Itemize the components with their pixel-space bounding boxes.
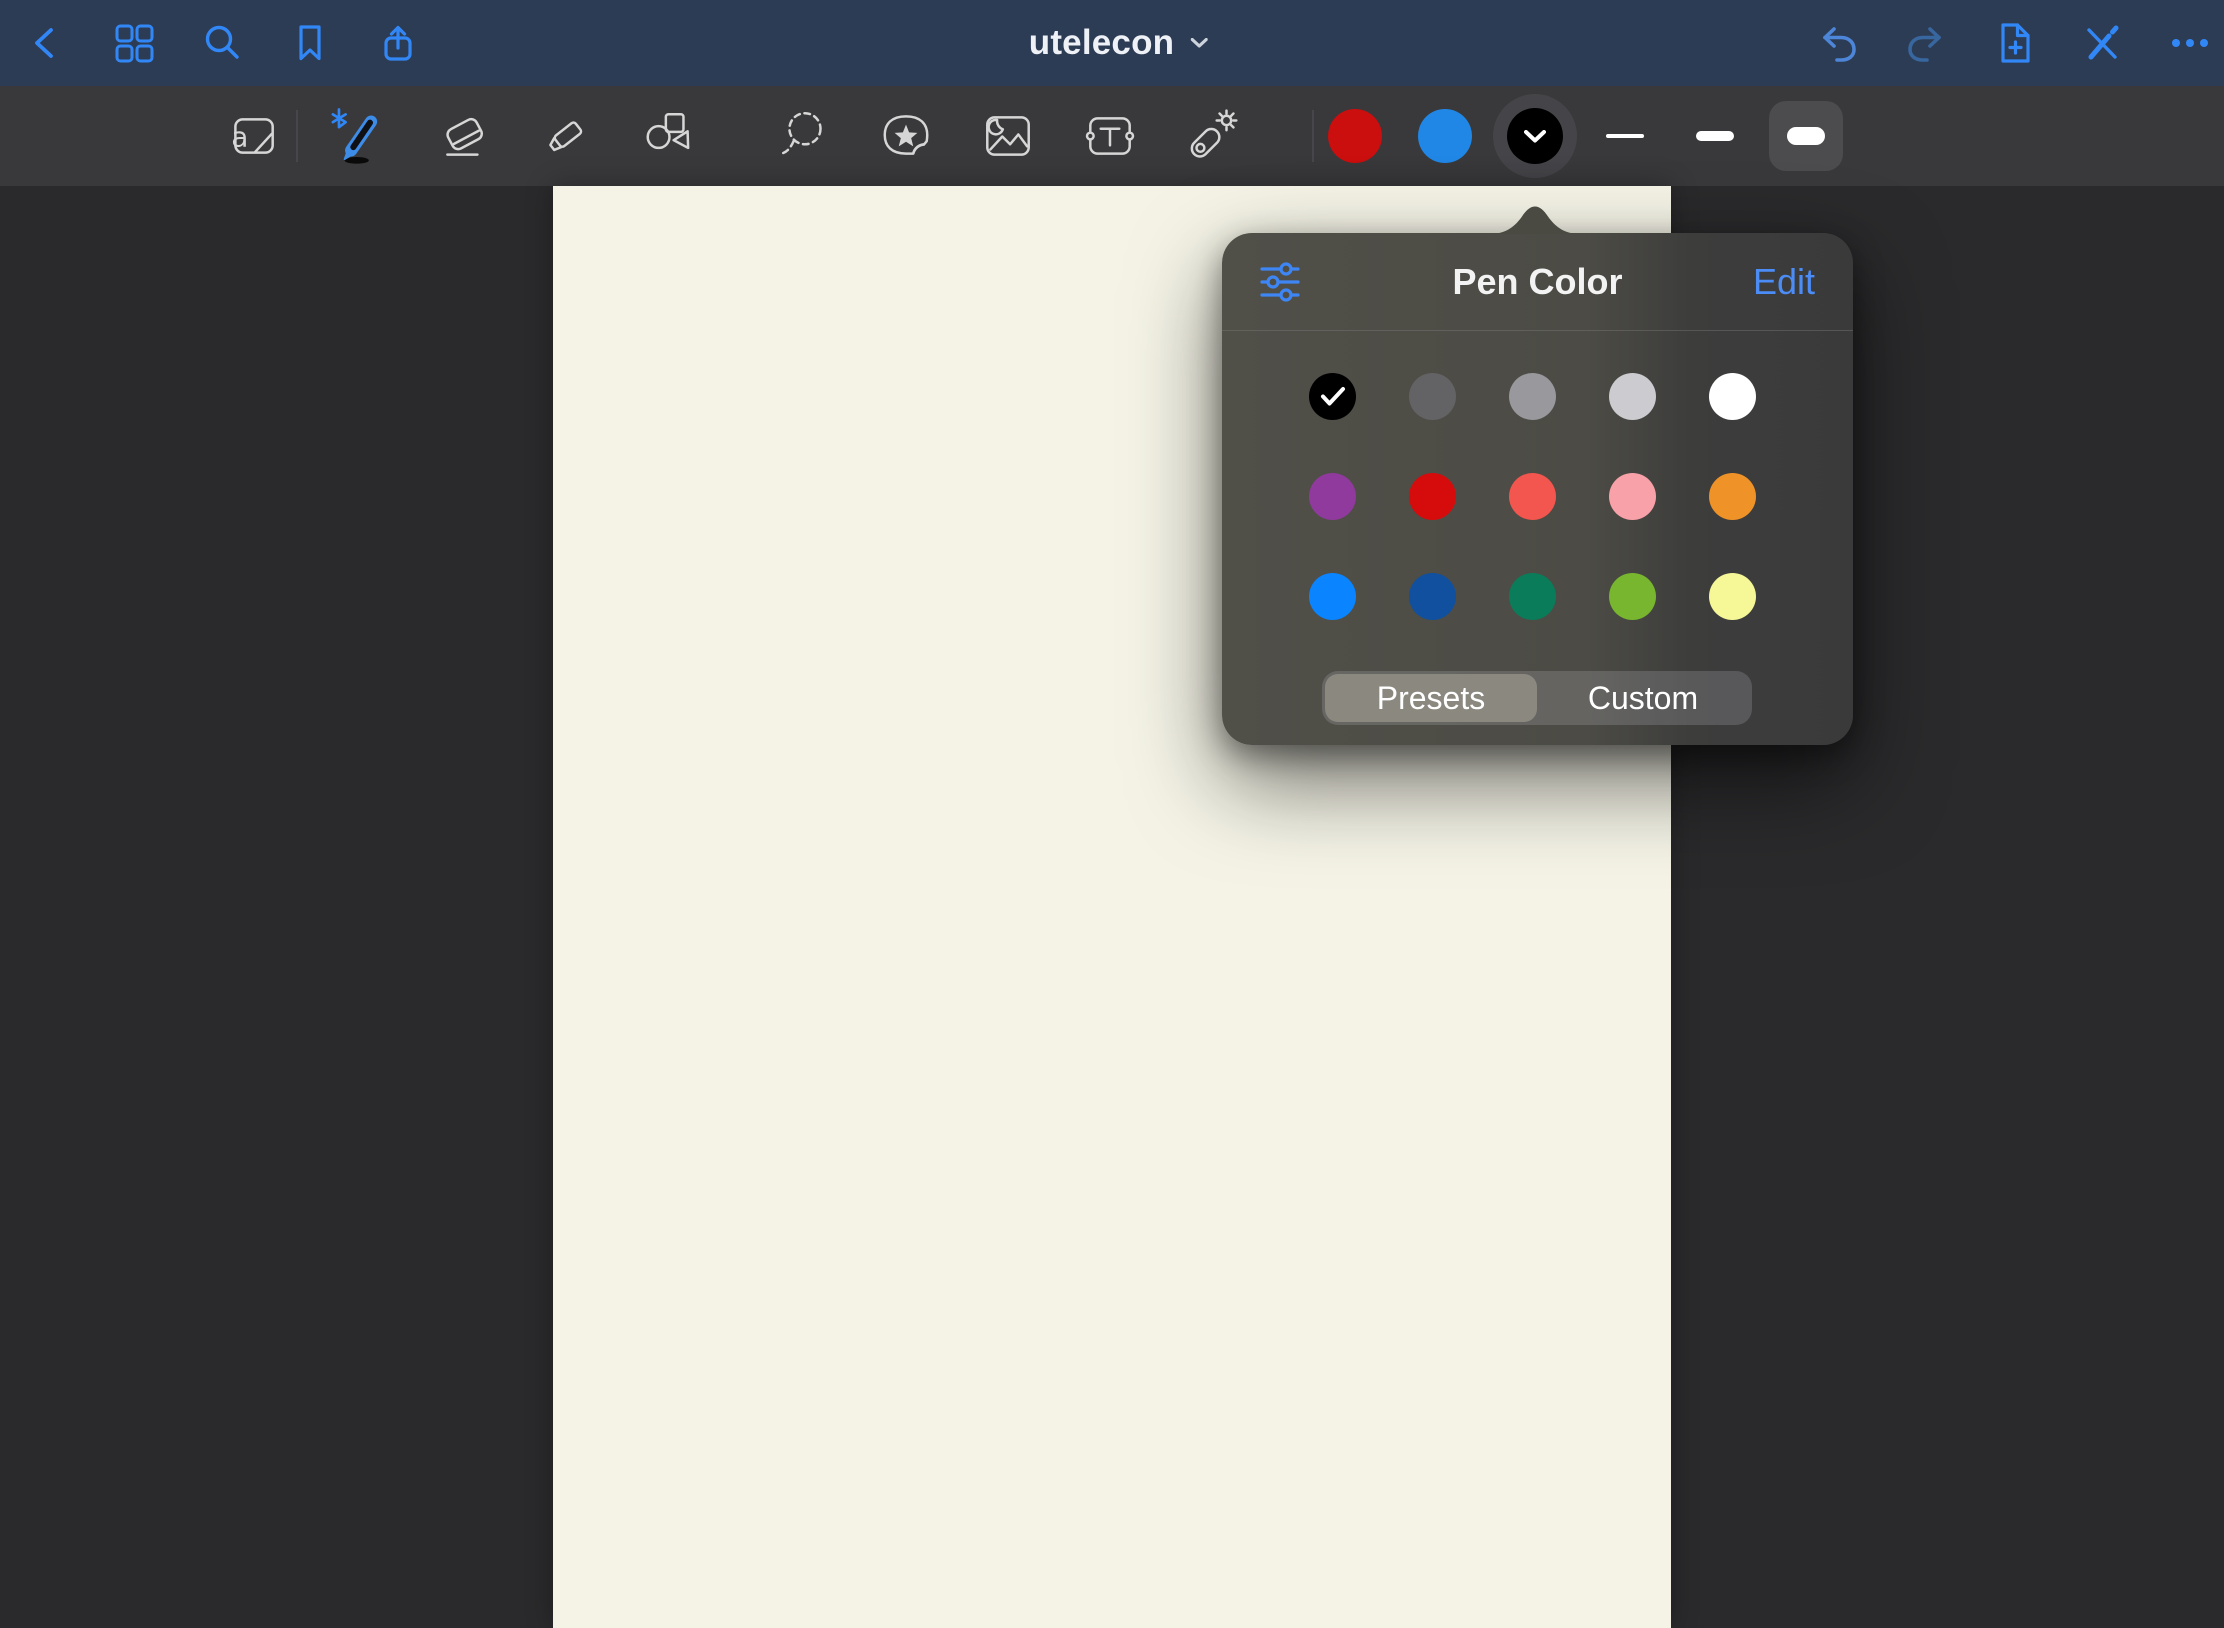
pen-color-grid: [1309, 373, 1756, 620]
color-swatch-0-4[interactable]: [1709, 373, 1756, 420]
pen-color-slot-selected[interactable]: [1493, 94, 1577, 178]
more-button[interactable]: [2166, 19, 2214, 67]
shapes-tool[interactable]: [634, 94, 706, 178]
image-tool[interactable]: [972, 94, 1044, 178]
eraser-tool[interactable]: [429, 94, 501, 178]
pen-icon: [329, 105, 391, 167]
laser-pointer-tool[interactable]: [1176, 94, 1248, 178]
tools-toolbar: a: [0, 86, 2224, 186]
toolbar-separator: [296, 110, 298, 162]
add-page-button[interactable]: [1990, 19, 2038, 67]
add-page-icon: [1991, 20, 2037, 66]
pen-color-popover: Pen Color Edit Presets Custom: [1222, 233, 1853, 745]
elements-tool[interactable]: [870, 94, 942, 178]
color-swatch-1-1[interactable]: [1409, 473, 1456, 520]
pen-color-slot-red[interactable]: [1328, 109, 1382, 163]
bookmark-icon: [288, 21, 332, 65]
pen-tool[interactable]: [324, 94, 396, 178]
color-swatch-2-0[interactable]: [1309, 573, 1356, 620]
selected-pen-color-swatch: [1507, 108, 1563, 164]
redo-button[interactable]: [1902, 19, 1950, 67]
stop-editing-button[interactable]: [2078, 19, 2126, 67]
pages-grid-button[interactable]: [110, 19, 158, 67]
color-swatch-1-4[interactable]: [1709, 473, 1756, 520]
toolbar-separator: [1312, 110, 1314, 162]
stroke-width-medium[interactable]: [1678, 101, 1752, 171]
popover-caret: [1490, 203, 1580, 234]
text-tool[interactable]: [1074, 94, 1146, 178]
undo-icon: [1815, 20, 1861, 66]
stroke-width-thin[interactable]: [1588, 101, 1662, 171]
color-swatch-1-0[interactable]: [1309, 473, 1356, 520]
search-button[interactable]: [198, 19, 246, 67]
title-chevron-down-icon: [1190, 38, 1207, 48]
laser-pointer-icon: [1183, 107, 1241, 165]
back-button[interactable]: [22, 19, 70, 67]
document-title-button[interactable]: utelecon: [1029, 0, 1208, 86]
color-swatch-2-3[interactable]: [1609, 573, 1656, 620]
pen-color-slot-blue[interactable]: [1418, 109, 1472, 163]
pages-grid-icon: [112, 21, 156, 65]
top-navigation-bar: utelecon: [0, 0, 2224, 86]
undo-button[interactable]: [1814, 19, 1862, 67]
image-icon: [979, 107, 1037, 165]
zoom-window-tool[interactable]: a: [217, 94, 289, 178]
medium-stroke-glyph: [1696, 131, 1734, 141]
lasso-icon: [777, 107, 835, 165]
redo-icon: [1903, 20, 1949, 66]
thick-stroke-glyph: [1787, 127, 1825, 145]
share-icon: [376, 21, 420, 65]
shapes-icon: [641, 107, 699, 165]
thin-stroke-glyph: [1606, 134, 1644, 138]
search-icon: [200, 21, 244, 65]
color-swatch-0-3[interactable]: [1609, 373, 1656, 420]
color-swatch-0-0[interactable]: [1309, 373, 1356, 420]
color-swatch-1-3[interactable]: [1609, 473, 1656, 520]
zoom-window-icon: a: [224, 107, 282, 165]
document-title: utelecon: [1029, 23, 1175, 63]
color-swatch-2-2[interactable]: [1509, 573, 1556, 620]
color-swatch-2-1[interactable]: [1409, 573, 1456, 620]
share-button[interactable]: [374, 19, 422, 67]
topbar-right-icons: [1814, 0, 2214, 86]
color-swatch-1-2[interactable]: [1509, 473, 1556, 520]
tab-presets[interactable]: Presets: [1325, 674, 1537, 722]
presets-custom-segmented-control: Presets Custom: [1322, 671, 1752, 725]
checkmark-icon: [1320, 386, 1346, 407]
color-swatch-2-4[interactable]: [1709, 573, 1756, 620]
app-screen: utelecon a: [0, 0, 2224, 1628]
edit-link[interactable]: Edit: [1753, 261, 1815, 303]
stroke-width-thick[interactable]: [1769, 101, 1843, 171]
bookmark-button[interactable]: [286, 19, 334, 67]
svg-text:a: a: [231, 120, 248, 153]
text-icon: [1081, 107, 1139, 165]
popover-header: Pen Color Edit: [1222, 233, 1853, 331]
highlighter-tool[interactable]: [531, 94, 603, 178]
color-swatch-0-1[interactable]: [1409, 373, 1456, 420]
crossed-pen-icon: [2079, 20, 2125, 66]
tab-custom[interactable]: Custom: [1537, 674, 1749, 722]
highlighter-icon: [538, 107, 596, 165]
lasso-tool[interactable]: [770, 94, 842, 178]
chevron-down-icon: [1524, 130, 1546, 143]
back-chevron-icon: [24, 21, 68, 65]
color-swatch-0-2[interactable]: [1509, 373, 1556, 420]
topbar-left-icons: [22, 0, 422, 86]
ellipsis-icon: [2167, 20, 2213, 66]
sticker-star-icon: [877, 107, 935, 165]
eraser-icon: [436, 107, 494, 165]
